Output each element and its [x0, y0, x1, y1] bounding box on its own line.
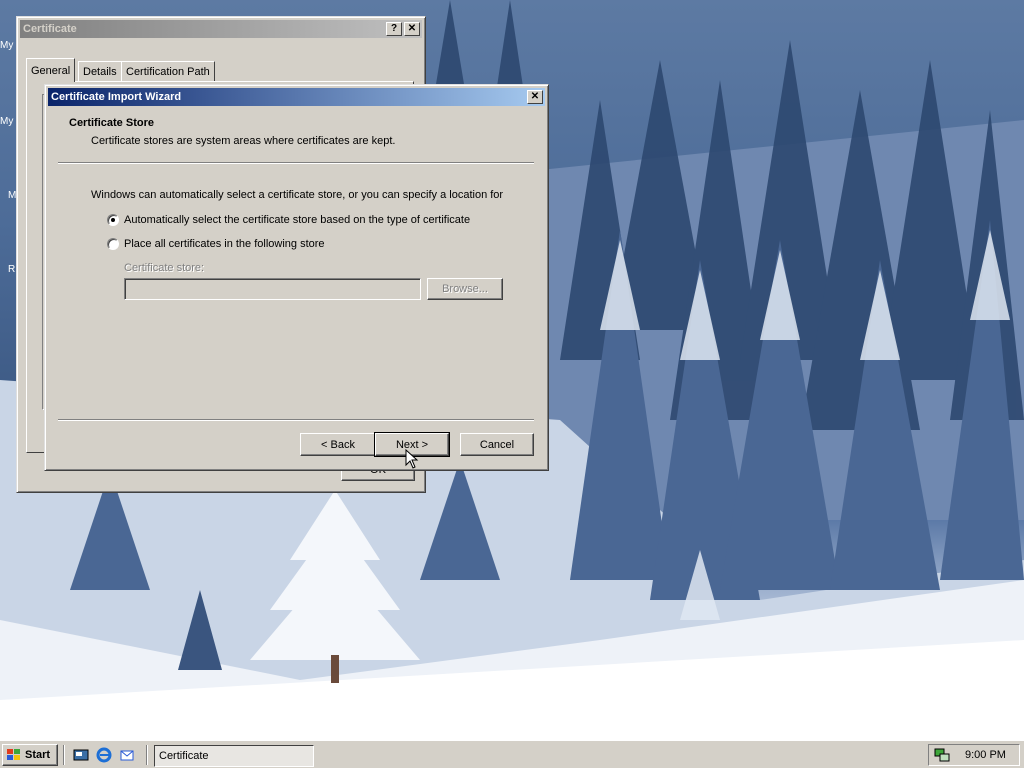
network-icon[interactable] [933, 747, 951, 763]
start-button[interactable]: Start [2, 744, 58, 766]
auto-select-radio[interactable] [107, 214, 119, 226]
tab-general[interactable]: General [26, 58, 76, 82]
intro-text: Windows can automatically select a certi… [91, 189, 504, 201]
browse-button[interactable]: Browse... [427, 278, 503, 300]
page-heading: Certificate Store [69, 117, 154, 129]
wizard-titlebar[interactable]: Certificate Import Wizard ✕ [48, 88, 545, 106]
tab-details[interactable]: Details [78, 61, 122, 81]
taskbar-item-label: Certificate [159, 750, 209, 762]
certificate-titlebar[interactable]: Certificate ? ✕ [20, 20, 422, 38]
taskbar-item-certificate[interactable]: Certificate [154, 745, 314, 767]
help-button[interactable]: ? [386, 22, 402, 36]
page-subheading: Certificate stores are system areas wher… [91, 135, 396, 147]
taskbar: Start Certificate 9:00 PM [0, 740, 1024, 768]
system-tray: 9:00 PM [928, 744, 1020, 766]
taskbar-separator [146, 745, 148, 765]
start-label: Start [25, 749, 51, 761]
close-button[interactable]: ✕ [527, 90, 543, 104]
header-divider [58, 162, 534, 164]
cancel-button[interactable]: Cancel [460, 433, 534, 456]
footer-divider [58, 419, 534, 421]
clock[interactable]: 9:00 PM [965, 749, 1006, 761]
windows-logo-icon [7, 749, 20, 760]
back-button[interactable]: < Back [300, 433, 376, 456]
auto-select-label[interactable]: Automatically select the certificate sto… [124, 214, 470, 226]
certificate-store-field[interactable] [124, 278, 421, 300]
close-button[interactable]: ✕ [404, 22, 420, 36]
internet-explorer-icon[interactable] [96, 747, 112, 763]
place-in-store-radio[interactable] [107, 238, 119, 250]
place-in-store-label[interactable]: Place all certificates in the following … [124, 238, 325, 250]
mouse-cursor-icon [405, 449, 419, 469]
certificate-import-wizard: Certificate Import Wizard ✕ Certificate … [44, 84, 549, 471]
outlook-express-icon[interactable] [119, 747, 135, 763]
certificate-window-title: Certificate [23, 23, 77, 35]
taskbar-separator [63, 745, 65, 765]
tab-certification-path[interactable]: Certification Path [121, 61, 215, 81]
show-desktop-icon[interactable] [73, 747, 89, 763]
certificate-store-label: Certificate store: [124, 262, 205, 274]
wizard-title: Certificate Import Wizard [51, 91, 182, 103]
